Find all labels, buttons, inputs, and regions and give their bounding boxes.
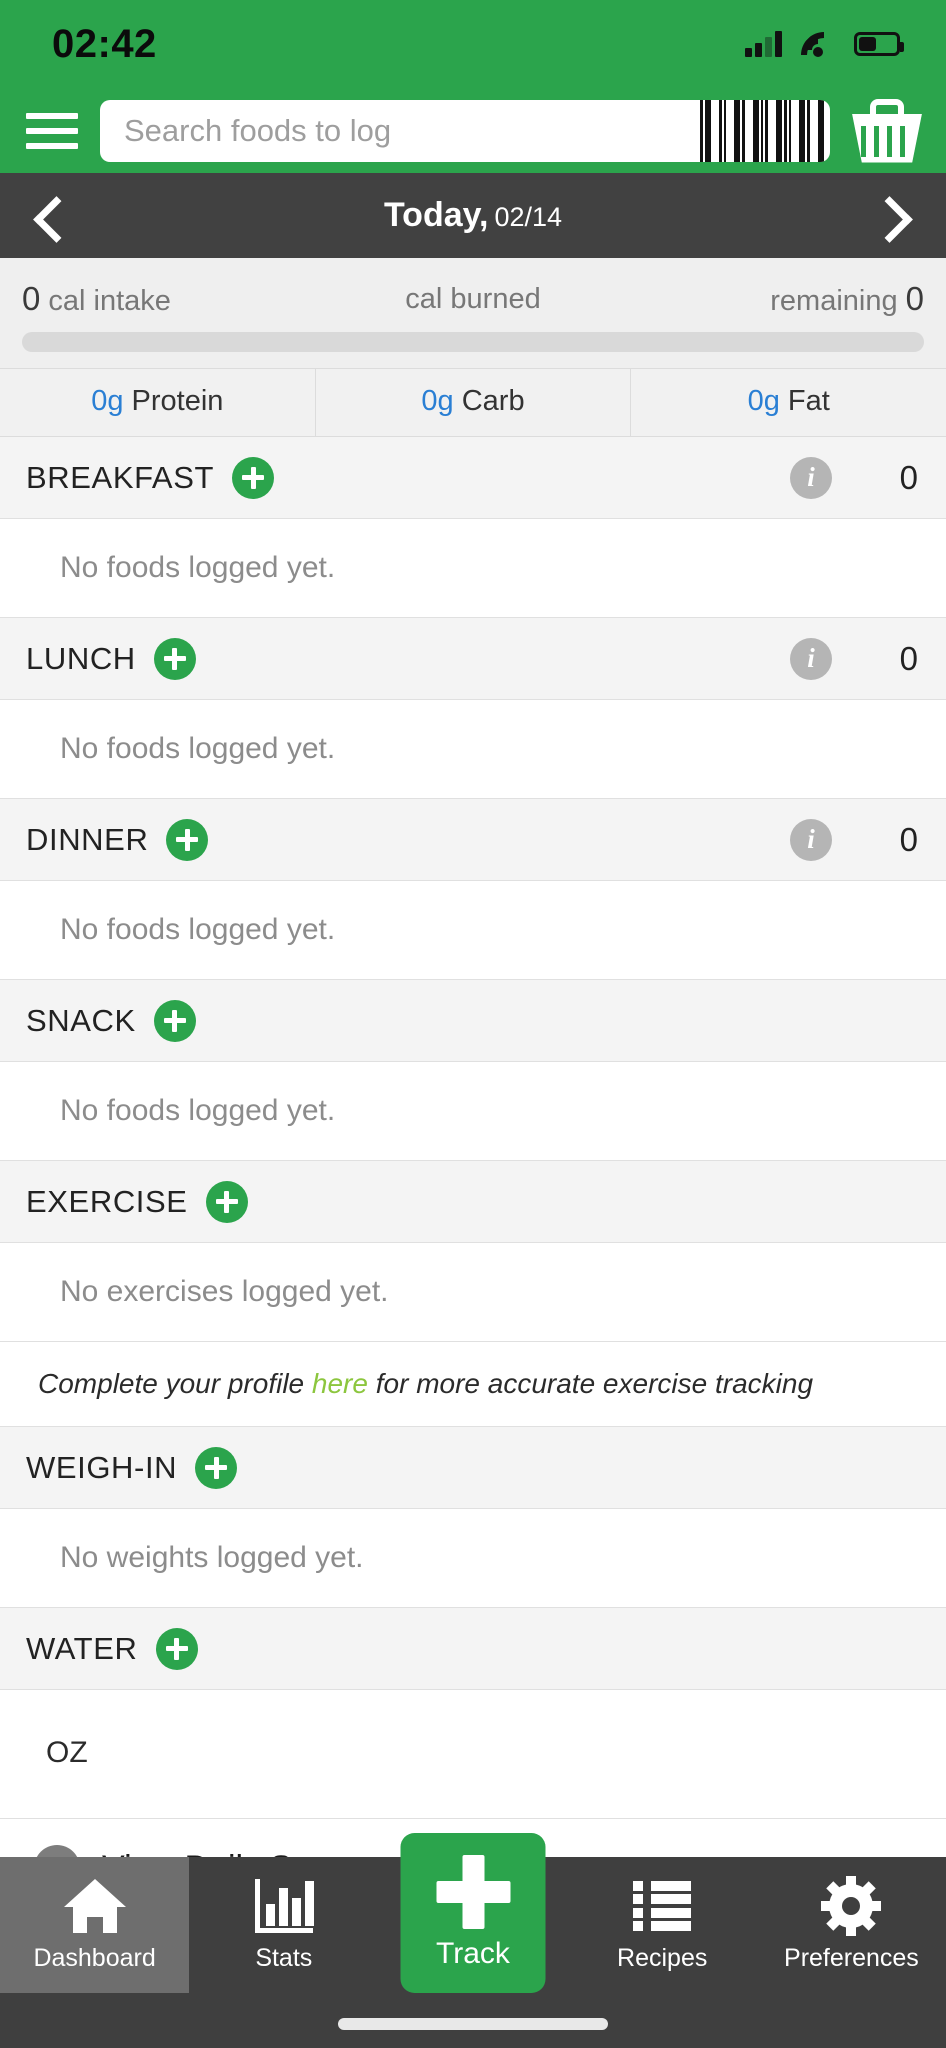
water-unit-label: OZ <box>0 1690 946 1819</box>
home-icon <box>63 1877 126 1935</box>
date-value: 02/14 <box>494 202 563 232</box>
tab-recipes-label: Recipes <box>617 1944 708 1972</box>
macro-row: 0g Protein 0g Carb 0g Fat <box>0 368 946 437</box>
date-navigation: Today, 02/14 <box>0 173 946 258</box>
add-snack-button[interactable] <box>153 999 196 1042</box>
status-time: 02:42 <box>52 21 157 66</box>
section-empty-exercise: No exercises logged yet. <box>0 1243 946 1342</box>
add-exercise-button[interactable] <box>205 1180 248 1223</box>
shopping-basket-icon[interactable] <box>852 98 922 163</box>
hamburger-menu-icon[interactable] <box>26 112 78 149</box>
status-icons <box>745 31 904 66</box>
cal-intake-label: cal intake <box>48 285 171 317</box>
section-count-lunch: 0 <box>899 639 918 677</box>
macro-fat-label: Fat <box>787 385 830 417</box>
calorie-summary: 0 cal intake cal burned remaining 0 <box>0 258 946 318</box>
search-header: Search foods to log <box>0 88 946 173</box>
macro-carb[interactable]: 0g Carb <box>314 369 631 436</box>
macro-carb-label: Carb <box>461 385 525 417</box>
gear-icon <box>821 1876 882 1936</box>
section-empty-dinner: No foods logged yet. <box>0 881 946 980</box>
chevron-left-icon[interactable] <box>28 194 72 238</box>
tab-recipes[interactable]: Recipes <box>568 1857 757 1993</box>
add-breakfast-button[interactable] <box>232 456 275 499</box>
add-dinner-button[interactable] <box>166 818 209 861</box>
section-empty-weigh-in: No weights logged yet. <box>0 1509 946 1608</box>
section-title-water: WATER <box>26 1630 138 1666</box>
tab-stats[interactable]: Stats <box>189 1857 378 1993</box>
date-today-label: Today, <box>383 196 489 234</box>
section-header-weigh-in[interactable]: WEIGH-IN <box>0 1427 946 1509</box>
section-title-breakfast: BREAKFAST <box>26 459 215 495</box>
signal-bars-icon <box>745 31 782 57</box>
section-header-water[interactable]: WATER <box>0 1608 946 1690</box>
section-title-snack: SNACK <box>26 1002 136 1038</box>
info-icon-lunch[interactable]: i <box>790 637 832 680</box>
macro-fat[interactable]: 0g Fat <box>630 369 946 436</box>
section-header-dinner[interactable]: DINNER i 0 <box>0 799 946 881</box>
status-bar: 02:42 <box>0 0 946 88</box>
section-empty-lunch: No foods logged yet. <box>0 700 946 799</box>
cal-remaining: remaining 0 <box>623 280 924 318</box>
home-indicator <box>338 2018 608 2030</box>
section-header-breakfast[interactable]: BREAKFAST i 0 <box>0 437 946 519</box>
calorie-progress-bar <box>22 332 924 352</box>
macro-protein[interactable]: 0g Protein <box>0 369 315 436</box>
section-header-exercise[interactable]: EXERCISE <box>0 1161 946 1243</box>
tab-dashboard-label: Dashboard <box>33 1944 156 1972</box>
cal-remaining-value: 0 <box>905 280 925 317</box>
tab-preferences-label: Preferences <box>784 1944 919 1972</box>
profile-note-before: Complete your profile <box>38 1368 312 1399</box>
add-lunch-button[interactable] <box>153 637 196 680</box>
cal-burned: cal burned <box>323 283 624 316</box>
barcode-scan-icon[interactable] <box>700 99 830 162</box>
wifi-icon <box>801 31 835 66</box>
cal-remaining-label: remaining <box>770 285 898 317</box>
cal-burned-label: cal burned <box>405 282 541 315</box>
search-input[interactable]: Search foods to log <box>100 99 830 162</box>
section-header-snack[interactable]: SNACK <box>0 980 946 1062</box>
list-icon <box>633 1877 692 1935</box>
bar-chart-icon <box>254 1877 314 1935</box>
section-count-dinner: 0 <box>899 820 918 858</box>
search-placeholder: Search foods to log <box>124 112 392 148</box>
app-root: 02:42 Search foods to log Today, 02/14 0… <box>0 0 946 2048</box>
chevron-right-icon[interactable] <box>874 194 918 238</box>
section-empty-breakfast: No foods logged yet. <box>0 519 946 618</box>
cal-intake: 0 cal intake <box>22 280 323 318</box>
profile-note: Complete your profile here for more accu… <box>0 1342 946 1427</box>
macro-protein-label: Protein <box>131 385 224 417</box>
plus-icon <box>436 1855 510 1929</box>
section-title-weigh-in: WEIGH-IN <box>26 1449 178 1485</box>
profile-note-after: for more accurate exercise tracking <box>367 1368 814 1399</box>
add-weigh-in-button[interactable] <box>195 1446 238 1489</box>
add-water-button[interactable] <box>155 1627 198 1670</box>
macro-protein-value: 0g <box>91 385 124 417</box>
section-title-dinner: DINNER <box>26 821 149 857</box>
date-label: Today, 02/14 <box>384 196 562 235</box>
macro-carb-value: 0g <box>421 385 454 417</box>
tab-dashboard[interactable]: Dashboard <box>0 1857 190 1993</box>
track-button-label: Track <box>436 1937 510 1970</box>
info-icon-dinner[interactable]: i <box>790 818 832 861</box>
macro-fat-value: 0g <box>747 385 780 417</box>
section-title-lunch: LUNCH <box>26 640 136 676</box>
battery-icon <box>854 32 904 56</box>
tab-stats-label: Stats <box>255 1944 313 1972</box>
section-header-lunch[interactable]: LUNCH i 0 <box>0 618 946 700</box>
cal-intake-value: 0 <box>22 280 41 317</box>
section-title-exercise: EXERCISE <box>26 1183 188 1219</box>
tab-preferences[interactable]: Preferences <box>757 1857 946 1993</box>
progress-wrap <box>0 318 946 368</box>
section-empty-snack: No foods logged yet. <box>0 1062 946 1161</box>
track-button[interactable]: Track <box>400 1833 546 1993</box>
profile-note-link[interactable]: here <box>312 1368 368 1399</box>
info-icon-breakfast[interactable]: i <box>790 456 832 499</box>
section-count-breakfast: 0 <box>899 458 918 496</box>
